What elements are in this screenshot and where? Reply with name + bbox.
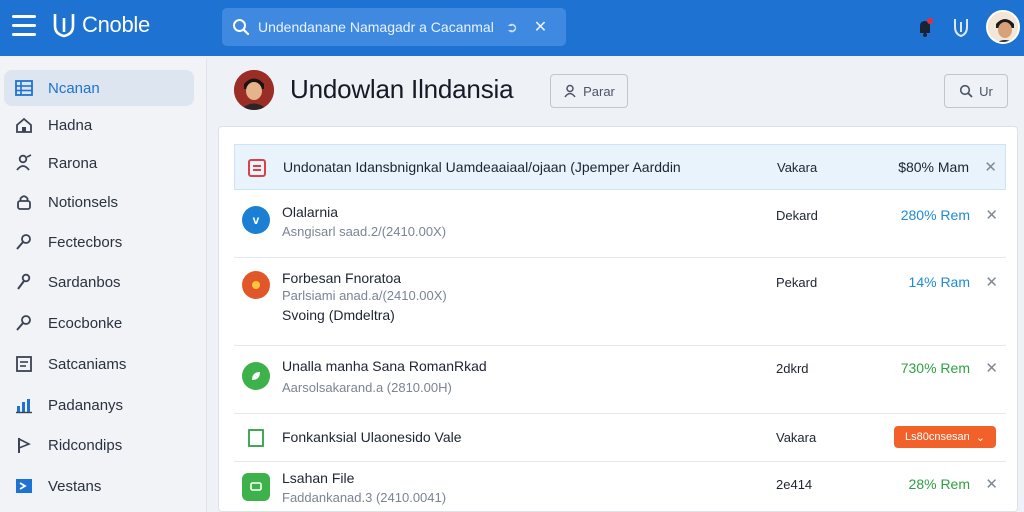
sidebar-item-sardanbos[interactable]: Sardanbos xyxy=(4,264,194,300)
chevron-down-icon: ⌄ xyxy=(975,431,986,444)
sidebar-item-ridcondips[interactable]: Ridcondips xyxy=(4,427,194,463)
sidebar-item-ecocbonke[interactable]: Ecocbonke xyxy=(4,305,194,341)
page-avatar xyxy=(234,70,274,110)
app-name: Cnoble xyxy=(82,12,150,37)
list-item[interactable]: v Olalarnia Asngisarl saad.2/(2410.00X) … xyxy=(234,190,1006,258)
item-value: 730% Rem xyxy=(900,360,970,376)
item-subtitle: Faddankanad.3 (2410.0041) xyxy=(282,490,447,505)
sidebar-item-label: Notionsels xyxy=(48,193,119,211)
menu-icon[interactable] xyxy=(12,15,36,37)
shield-logo-icon xyxy=(53,14,75,38)
home-icon xyxy=(14,115,34,135)
shield-status-icon[interactable] xyxy=(950,16,972,38)
item-title: Fonkanksial Ulaonesido Vale xyxy=(282,429,462,445)
list-item[interactable]: Forbesan Fnoratoa Parlsiami anad.a/(2410… xyxy=(234,258,1006,346)
notification-icon[interactable] xyxy=(914,16,936,38)
sidebar-item-rarona[interactable]: Rarona xyxy=(4,145,194,181)
search-tool-icon xyxy=(14,313,34,333)
sidebar-item-label: Sardanbos xyxy=(48,273,121,291)
sidebar-item-label: Vestans xyxy=(48,477,102,495)
chat-icon xyxy=(242,473,270,501)
item-note: Svoing (Dmdeltra) xyxy=(282,307,395,323)
remove-icon[interactable]: ✕ xyxy=(985,273,998,291)
search-icon xyxy=(960,84,973,98)
circle-v-icon: v xyxy=(242,206,270,234)
list-item[interactable]: Lsahan File Faddankanad.3 (2410.0041) 2e… xyxy=(234,462,1006,512)
search-bar[interactable]: ➲ ✕ xyxy=(222,8,566,46)
list-item[interactable]: Unalla manha Sana RomanRkad Aarsolsakara… xyxy=(234,346,1006,414)
search-icon xyxy=(233,19,250,36)
item-title: Olalarnia xyxy=(282,204,339,220)
sidebar-item-fectecbors[interactable]: Fectecbors xyxy=(4,224,194,260)
file-outline-icon xyxy=(242,424,270,452)
sidebar: Ncanan Hadna Rarona Notionsels Fectecbor… xyxy=(0,58,207,512)
sidebar-item-vestans[interactable]: Vestans xyxy=(4,468,194,504)
sidebar-item-label: Rarona xyxy=(48,154,98,172)
remove-icon[interactable]: ✕ xyxy=(984,158,997,176)
item-value: 280% Rem xyxy=(900,207,970,223)
sidebar-item-notionsels[interactable]: Notionsels xyxy=(4,184,194,220)
sidebar-item-label: Padananys xyxy=(48,396,124,414)
item-type: Pekard xyxy=(776,275,818,290)
user-avatar[interactable] xyxy=(986,10,1020,44)
item-type: 2dkrd xyxy=(776,361,809,376)
search-input[interactable] xyxy=(258,19,498,35)
item-title: Undonatan Idansbnignkal Uamdeaaiaal/ojaa… xyxy=(283,159,681,175)
clear-search-icon[interactable]: ✕ xyxy=(534,17,547,37)
sidebar-item-satcaniams[interactable]: Satcaniams xyxy=(4,346,194,382)
item-value: $80% Mam xyxy=(898,159,969,175)
lock-icon xyxy=(14,192,34,212)
item-type: Vakara xyxy=(777,160,818,175)
sidebar-item-label: Ridcondips xyxy=(48,436,123,454)
page-avatar-icon xyxy=(234,70,274,110)
leaf-icon xyxy=(242,362,270,390)
doc-icon xyxy=(14,354,34,374)
item-subtitle: Aarsolsakarand.a (2810.00H) xyxy=(282,380,452,395)
app-logo[interactable]: Cnoble xyxy=(52,12,150,38)
sidebar-item-label: Ecocbonke xyxy=(48,314,123,332)
sidebar-item-label: Hadna xyxy=(48,116,93,134)
item-type: 2e414 xyxy=(776,477,813,492)
sidebar-item-hadna[interactable]: Hadna xyxy=(4,107,194,143)
sidebar-item-ncanan[interactable]: Ncanan xyxy=(4,70,194,106)
status-badge[interactable]: Ls80cnsesan ⌄ xyxy=(894,426,996,448)
arrow-box-icon xyxy=(14,476,34,496)
list-item[interactable]: Fonkanksial Ulaonesido Vale Vakara Ls80c… xyxy=(234,414,1006,462)
sidebar-item-label: Ncanan xyxy=(48,79,100,97)
item-value: 28% Rem xyxy=(908,476,970,492)
sun-icon xyxy=(242,271,270,299)
filter-button-label: Parar xyxy=(583,83,615,99)
grid-icon xyxy=(14,78,34,98)
status-badge-label: Ls80cnsesan xyxy=(904,431,970,443)
sidebar-item-label: Satcaniams xyxy=(48,355,127,373)
item-title: Lsahan File xyxy=(282,470,355,486)
item-title: Forbesan Fnoratoa xyxy=(282,270,402,286)
item-subtitle: Asngisarl saad.2/(2410.00X) xyxy=(282,224,447,239)
filter-button[interactable]: Parar xyxy=(550,74,628,108)
sidebar-item-padananys[interactable]: Padananys xyxy=(4,387,194,423)
remove-icon[interactable]: ✕ xyxy=(985,359,998,377)
chart-icon xyxy=(14,395,34,415)
person-edit-icon xyxy=(14,153,34,173)
item-type: Vakara xyxy=(776,430,817,445)
header-search-button[interactable]: Ur xyxy=(944,74,1008,108)
item-type: Dekard xyxy=(776,208,818,223)
remove-icon[interactable]: ✕ xyxy=(985,475,998,493)
item-subtitle: Parlsiami anad.a/(2410.00X) xyxy=(282,288,447,303)
flag-icon xyxy=(14,435,34,455)
doc-square-icon xyxy=(243,154,271,182)
item-title: Unalla manha Sana RomanRkad xyxy=(282,358,487,374)
top-bar: Cnoble ➲ ✕ xyxy=(0,0,1024,56)
item-value: 14% Ram xyxy=(908,274,970,290)
page-title: Undowlan Ilndansia xyxy=(290,74,514,104)
header-search-label: Ur xyxy=(979,83,993,99)
user-avatar-icon xyxy=(988,12,1018,42)
pen-icon xyxy=(14,272,34,292)
person-icon xyxy=(564,84,576,98)
list-item[interactable]: Undonatan Idansbnignkal Uamdeaaiaal/ojaa… xyxy=(234,144,1006,190)
key-icon xyxy=(14,232,34,252)
sidebar-item-label: Fectecbors xyxy=(48,233,123,251)
search-go-icon[interactable]: ➲ xyxy=(506,19,518,36)
remove-icon[interactable]: ✕ xyxy=(985,206,998,224)
